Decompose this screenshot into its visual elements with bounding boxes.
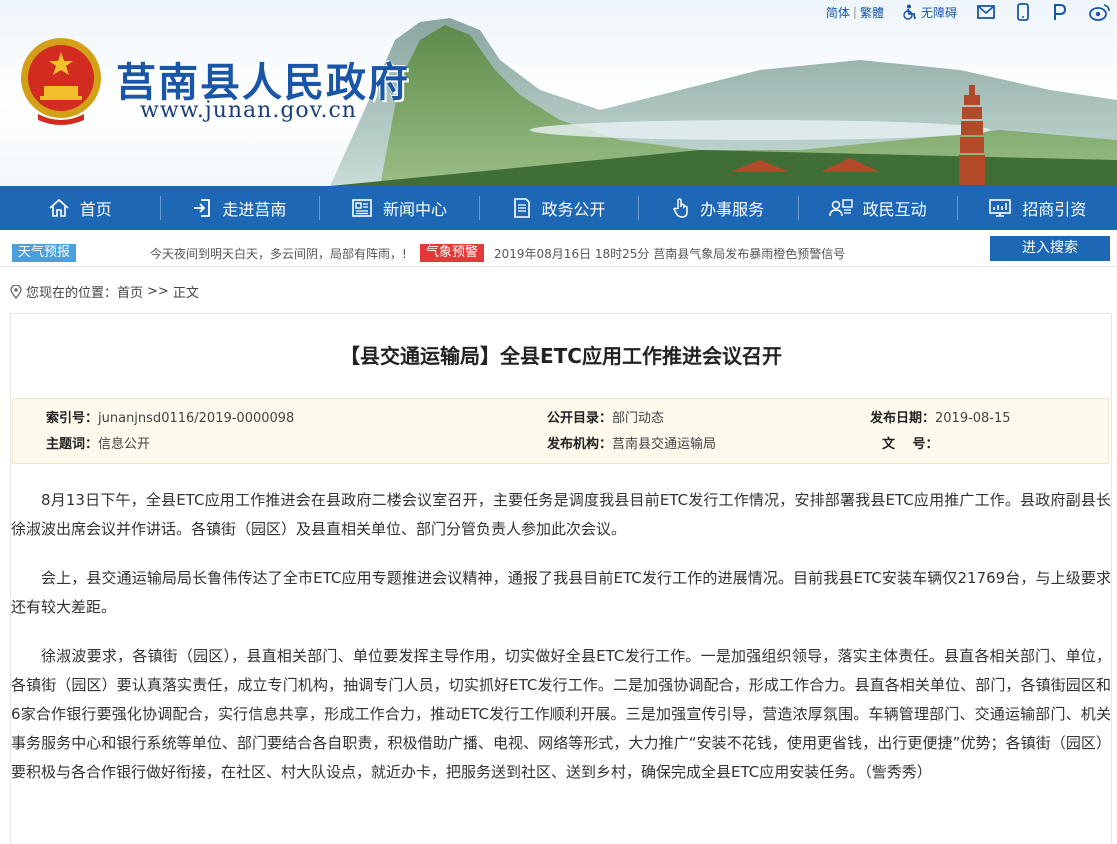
article-paragraph: 8月13日下午，全县ETC应用工作推进会在县政府二楼会议室召开，主要任务是调度我… xyxy=(11,491,1111,538)
breadcrumb-separator: >> xyxy=(147,284,169,299)
utility-bar: 简体 | 繁體 无障碍 xyxy=(816,3,1111,21)
location-pin-icon xyxy=(10,284,22,299)
info-ticker: 天气预报 今天夜间到明天白天，多云间阴，局部有阵雨，! 气象预警 2019年08… xyxy=(0,236,1117,266)
meta-date: 发布日期：2019-08-15 xyxy=(870,407,1011,426)
divider xyxy=(0,266,1117,267)
article-body: 8月13日下午，全县ETC应用工作推进会在县政府二楼会议室召开，主要任务是调度我… xyxy=(11,486,1111,807)
meta-label: 主题词： xyxy=(46,437,99,452)
article-meta-box: 索引号：junanjnsd0116/2019-0000098 公开目录：部门动态… xyxy=(12,398,1109,464)
nav-item-label: 政务公开 xyxy=(541,200,606,219)
meta-label: 发布日期： xyxy=(870,411,936,426)
nav-item-about[interactable]: 走进莒南 xyxy=(159,186,320,230)
meta-label: 索引号： xyxy=(46,411,99,426)
news-icon xyxy=(352,199,372,217)
meta-value: 2019-08-15 xyxy=(935,411,1011,426)
breadcrumb-home-link[interactable]: 首页 xyxy=(117,282,143,301)
meta-org: 发布机构：莒南县交通运输局 xyxy=(547,433,716,452)
simplified-chinese-link[interactable]: 简体 xyxy=(826,4,850,21)
weibo-link[interactable] xyxy=(1089,3,1111,21)
meta-label: 文 号： xyxy=(882,437,939,452)
accessibility-link[interactable]: 无障碍 xyxy=(902,4,957,21)
meta-subject: 主题词：信息公开 xyxy=(46,433,150,452)
meta-docno: 文 号： xyxy=(882,433,939,452)
warning-tag[interactable]: 气象预警 xyxy=(420,244,485,262)
interaction-icon xyxy=(828,199,853,217)
nav-item-label: 新闻中心 xyxy=(382,200,447,219)
meta-index: 索引号：junanjnsd0116/2019-0000098 xyxy=(46,407,294,426)
app-link[interactable] xyxy=(1051,3,1067,21)
nav-item-label: 招商引资 xyxy=(1022,200,1087,219)
accessibility-label: 无障碍 xyxy=(920,5,957,20)
nav-item-gov-affairs[interactable]: 政务公开 xyxy=(478,186,639,230)
meta-value: 莒南县交通运输局 xyxy=(612,437,717,452)
separator: | xyxy=(852,5,857,19)
email-link[interactable] xyxy=(977,5,995,19)
nav-item-label: 首页 xyxy=(79,200,112,219)
breadcrumb-current: 正文 xyxy=(172,286,199,301)
main-nav: 首页 走进莒南 新闻中心 政务公开 办事服务 政民互动 招商引资 xyxy=(0,186,1117,230)
meta-label: 公开目录： xyxy=(547,411,613,426)
nav-item-label: 走进莒南 xyxy=(222,200,287,219)
mobile-phone-icon xyxy=(1017,3,1029,21)
warning-text[interactable]: 2019年08月16日 18时25分 莒南县气象局发布暴雨橙色预警信号 xyxy=(494,245,845,262)
nav-item-news[interactable]: 新闻中心 xyxy=(319,186,479,230)
nav-item-label: 办事服务 xyxy=(700,200,765,219)
meta-value: 部门动态 xyxy=(612,411,665,426)
meta-label: 发布机构： xyxy=(547,437,613,452)
enter-icon xyxy=(194,199,211,217)
document-icon xyxy=(513,198,530,218)
email-icon xyxy=(977,5,995,19)
meta-value: 信息公开 xyxy=(98,437,151,452)
nav-item-home[interactable]: 首页 xyxy=(0,186,160,230)
article-paragraph: 会上，县交通运输局局长鲁伟传达了全市ETC应用专题推进会议精神，通报了我县目前E… xyxy=(11,569,1111,616)
wheelchair-icon xyxy=(903,4,916,20)
nav-item-services[interactable]: 办事服务 xyxy=(638,186,798,230)
meta-value: junanjnsd0116/2019-0000098 xyxy=(98,411,295,426)
site-url: www.junan.gov.cn xyxy=(140,98,357,123)
investment-icon xyxy=(989,199,1012,217)
national-emblem-icon xyxy=(21,38,101,125)
hand-pointer-icon xyxy=(673,198,688,218)
traditional-chinese-link[interactable]: 繁體 xyxy=(860,4,884,21)
nav-item-investment[interactable]: 招商引资 xyxy=(957,186,1117,230)
enter-search-button[interactable]: 进入搜索 xyxy=(990,236,1110,261)
nav-item-label: 政民互动 xyxy=(862,200,927,219)
breadcrumb-prefix: 您现在的位置： xyxy=(26,286,118,301)
weather-tag[interactable]: 天气预报 xyxy=(12,244,77,262)
nav-item-interaction[interactable]: 政民互动 xyxy=(797,186,958,230)
home-icon xyxy=(49,198,69,217)
breadcrumb: 您现在的位置： 首页 >> 正文 xyxy=(10,282,199,301)
app-p-icon xyxy=(1054,4,1067,20)
weather-text[interactable]: 今天夜间到明天白天，多云间阴，局部有阵雨，! xyxy=(150,245,407,262)
mobile-link[interactable] xyxy=(1017,3,1029,21)
article-paragraph: 徐淑波要求，各镇街（园区），县直相关部门、单位要发挥主导作用，切实做好全县ETC… xyxy=(11,647,1111,781)
weibo-icon xyxy=(1089,4,1110,21)
article-panel: 【县交通运输局】全县ETC应用工作推进会议召开 索引号：junanjnsd011… xyxy=(10,313,1112,844)
header-banner: 莒南县人民政府 www.junan.gov.cn 简体 | 繁體 无障碍 xyxy=(0,0,1117,186)
meta-catalog: 公开目录：部门动态 xyxy=(547,407,664,426)
article-title: 【县交通运输局】全县ETC应用工作推进会议召开 xyxy=(340,344,782,368)
